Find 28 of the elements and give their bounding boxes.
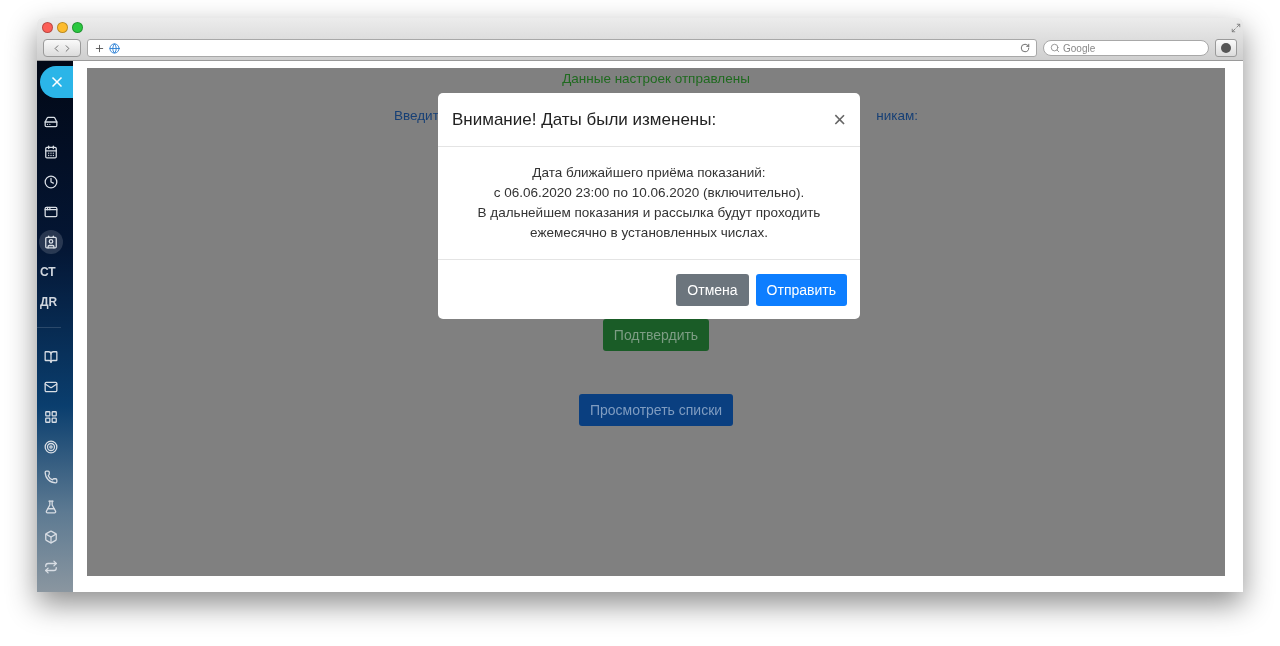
address-field[interactable] <box>87 39 1037 57</box>
send-button[interactable]: Отправить <box>755 273 847 306</box>
status-message: Данные настроек отправлены <box>562 71 750 86</box>
modal-text: с 06.06.2020 23:00 по 10.06.2020 (включительно). <box>493 184 805 202</box>
sidebar-item[interactable]: ДR <box>39 295 58 309</box>
modal-text: ежемесячно в установленных числах. <box>530 224 768 242</box>
modal-title: Внимание! Даты были изменены: <box>452 109 717 130</box>
id-card-icon[interactable] <box>39 230 63 254</box>
modal-text: В дальнейшем показания и рассылка будут проходить <box>477 204 821 222</box>
confirm-button[interactable]: Подтвердить <box>602 319 710 351</box>
back-forward-buttons[interactable] <box>43 39 81 57</box>
search-field[interactable]: Google <box>1043 40 1209 56</box>
plus-icon[interactable] <box>94 42 105 54</box>
close-icon[interactable] <box>40 66 73 98</box>
reload-icon[interactable] <box>1020 43 1030 53</box>
sidebar-item[interactable]: СТ <box>39 265 56 279</box>
instruction-text: Введит <box>394 108 439 123</box>
search-placeholder: Google <box>1063 42 1096 54</box>
globe-icon <box>109 42 120 54</box>
search-icon <box>1050 43 1060 53</box>
view-lists-button[interactable]: Просмотреть списки <box>578 394 734 426</box>
cancel-button[interactable]: Отмена <box>676 273 749 306</box>
downloads-button[interactable] <box>1215 39 1237 57</box>
close-button[interactable]: × <box>833 106 846 133</box>
fullscreen-icon[interactable] <box>1231 22 1241 33</box>
zoom-icon[interactable] <box>72 22 83 33</box>
modal-text: Дата ближайшего приёма показаний: <box>532 164 766 182</box>
instruction-text: никам: <box>876 108 918 123</box>
